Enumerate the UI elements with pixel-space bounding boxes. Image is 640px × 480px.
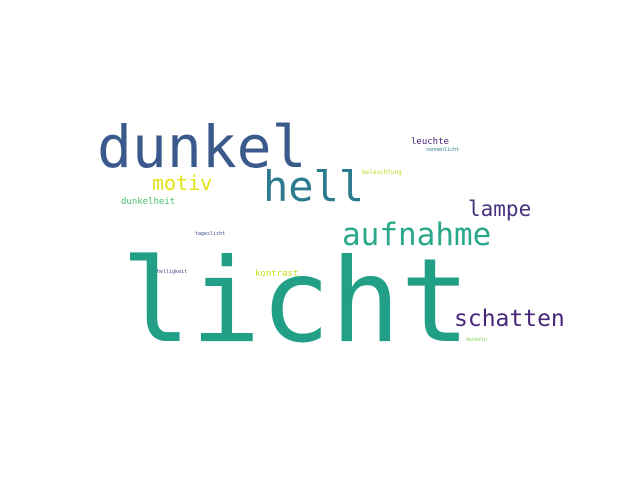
word-motiv: motiv	[152, 171, 213, 195]
word-schatten: schatten	[454, 306, 565, 332]
word-aufnahme: aufnahme	[342, 217, 492, 253]
word-hell: hell	[263, 162, 365, 211]
word-cloud: licht dunkel hell aufnahme schatten lamp…	[0, 0, 640, 480]
word-kontrast: kontrast	[255, 269, 299, 279]
word-sonnenlicht: sonnenlicht	[426, 147, 460, 153]
word-dunkelheit: dunkelheit	[121, 197, 176, 207]
word-licht: licht	[121, 234, 471, 369]
word-leuchte: leuchte	[411, 137, 449, 147]
word-lampe: lampe	[468, 197, 532, 221]
word-helligkeit: helligkeit	[157, 269, 188, 275]
word-beleuchtung: beleuchtung	[362, 169, 402, 176]
word-dunkeln: dunkeln	[466, 337, 488, 343]
word-tageslicht: tageslicht	[195, 231, 226, 237]
